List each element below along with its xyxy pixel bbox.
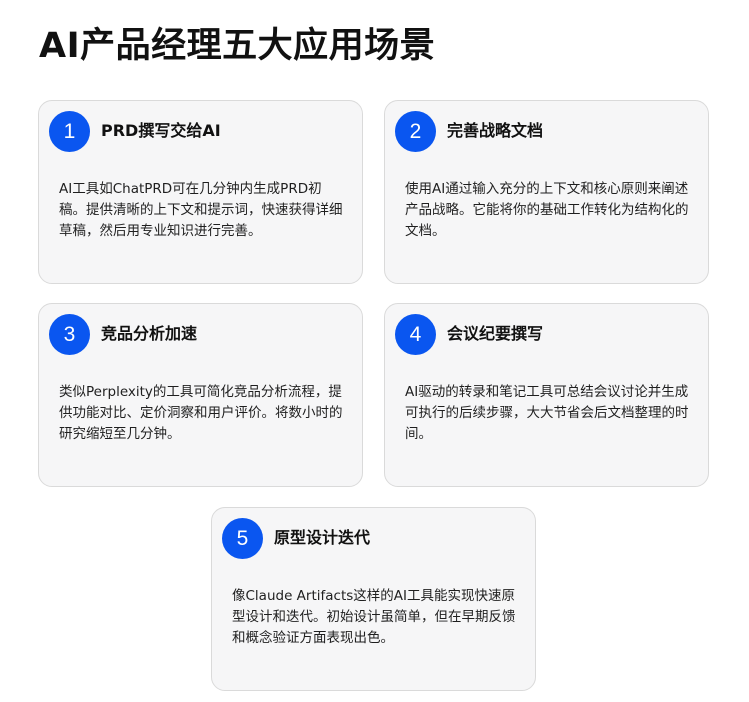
scenario-card-meeting-notes: 4 会议纪要撰写 AI驱动的转录和笔记工具可总结会议讨论并生成可执行的后续步骤，… xyxy=(384,303,709,487)
card-description: AI驱动的转录和笔记工具可总结会议讨论并生成可执行的后续步骤，大大节省会后文档整… xyxy=(405,384,689,442)
card-description: AI工具如ChatPRD可在几分钟内生成PRD初稿。提供清晰的上下文和提示词，快… xyxy=(59,181,343,239)
card-title: 完善战略文档 xyxy=(447,121,544,140)
card-title: 原型设计迭代 xyxy=(274,528,371,547)
scenario-card-prototyping: 5 原型设计迭代 像Claude Artifacts这样的AI工具能实现快速原型… xyxy=(211,507,536,691)
scenario-card-strategy: 2 完善战略文档 使用AI通过输入充分的上下文和核心原则来阐述产品战略。它能将你… xyxy=(384,100,709,284)
card-title: PRD撰写交给AI xyxy=(101,121,221,140)
number-badge: 2 xyxy=(395,111,436,152)
number-badge: 3 xyxy=(49,314,90,355)
scenario-card-prd: 1 PRD撰写交给AI AI工具如ChatPRD可在几分钟内生成PRD初稿。提供… xyxy=(38,100,363,284)
scenario-card-competitive-analysis: 3 竞品分析加速 类似Perplexity的工具可简化竞品分析流程，提供功能对比… xyxy=(38,303,363,487)
card-title: 竞品分析加速 xyxy=(101,324,198,343)
number-badge: 5 xyxy=(222,518,263,559)
number-badge: 4 xyxy=(395,314,436,355)
card-description: 像Claude Artifacts这样的AI工具能实现快速原型设计和迭代。初始设… xyxy=(232,588,516,646)
card-title: 会议纪要撰写 xyxy=(447,324,544,343)
card-description: 类似Perplexity的工具可简化竞品分析流程，提供功能对比、定价洞察和用户评… xyxy=(59,384,343,442)
card-description: 使用AI通过输入充分的上下文和核心原则来阐述产品战略。它能将你的基础工作转化为结… xyxy=(405,181,689,239)
page-title: AI产品经理五大应用场景 xyxy=(39,26,436,66)
number-badge: 1 xyxy=(49,111,90,152)
